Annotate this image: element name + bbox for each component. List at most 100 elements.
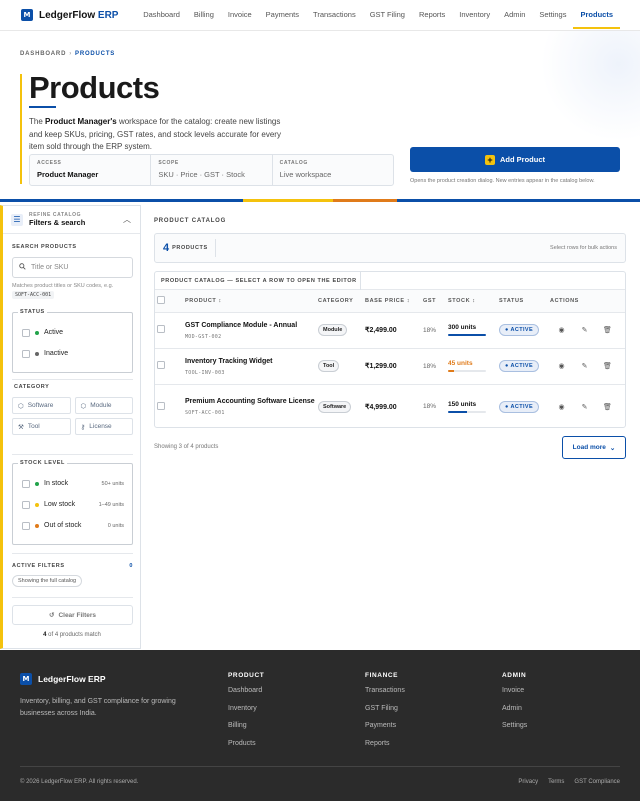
copyright: © 2026 LedgerFlow ERP. All rights reserv…	[20, 779, 139, 785]
actions-cell: ◉ ✎ 🗑	[550, 312, 625, 349]
stock-option-out[interactable]: Out of stock 0 units	[13, 515, 132, 536]
table-row[interactable]: Premium Accounting Software License SOFT…	[155, 384, 625, 427]
edit-icon[interactable]: ✎	[573, 326, 596, 334]
category-module[interactable]: ⬡ Module	[74, 397, 133, 414]
edit-icon[interactable]: ✎	[573, 403, 596, 411]
plus-icon: +	[485, 154, 495, 165]
col-stock[interactable]: STOCK ↕	[448, 290, 499, 313]
nav-link-billing[interactable]: Billing	[187, 0, 221, 31]
status-text: ACTIVE	[510, 327, 534, 333]
nav-link-gst-filing[interactable]: GST Filing	[363, 0, 412, 31]
checkbox[interactable]	[22, 479, 30, 488]
col-base-price[interactable]: BASE PRICE ↕	[365, 290, 423, 313]
col-product[interactable]: PRODUCT ↕	[185, 290, 318, 313]
footer-link[interactable]: Reports	[365, 740, 405, 758]
price-cell: ₹1,299.00	[365, 348, 423, 385]
sidebar-header[interactable]: ☰ REFINE CATALOG Filters & search ︿	[3, 206, 140, 234]
select-all-checkbox[interactable]	[157, 295, 165, 304]
table-row[interactable]: GST Compliance Module - Annual MOD-GST-0…	[155, 312, 625, 349]
stock-option-in[interactable]: In stock 50+ units	[13, 473, 132, 494]
cube-icon: ⬡	[18, 402, 24, 410]
footer-link[interactable]: Inventory	[228, 705, 264, 723]
footer-link[interactable]: Settings	[502, 722, 527, 740]
category-software[interactable]: ⬡ Software	[12, 397, 71, 414]
showing-count: Showing 3 of 4 products	[154, 444, 219, 450]
nav-link-invoice[interactable]: Invoice	[221, 0, 259, 31]
legal-link[interactable]: Terms	[548, 779, 564, 785]
load-more-button[interactable]: Load more ⌄	[562, 436, 626, 459]
view-icon[interactable]: ◉	[550, 403, 573, 411]
nav-link-inventory[interactable]: Inventory	[452, 0, 497, 31]
nav-link-settings[interactable]: Settings	[532, 0, 573, 31]
legal-link[interactable]: Privacy	[518, 779, 538, 785]
footer-link[interactable]: Invoice	[502, 687, 527, 705]
row-checkbox[interactable]	[157, 325, 165, 333]
product-count-label: PRODUCTS	[172, 245, 208, 251]
meta-key: ACCESS	[37, 160, 62, 166]
nav-link-transactions[interactable]: Transactions	[306, 0, 363, 31]
status-badge: ● ACTIVE	[499, 360, 540, 372]
footer-logo[interactable]: M LedgerFlow ERP	[20, 673, 106, 685]
product-name: Premium Accounting Software License	[185, 398, 315, 405]
clear-filters-button[interactable]: ↺ Clear Filters	[12, 605, 133, 625]
trash-icon[interactable]: 🗑	[596, 326, 619, 334]
edit-icon[interactable]: ✎	[573, 362, 596, 370]
stock-option-low[interactable]: Low stock 1–49 units	[13, 494, 132, 515]
footer: M LedgerFlow ERP Inventory, billing, and…	[0, 650, 640, 801]
table-row[interactable]: Inventory Tracking Widget TOOL-INV-003 T…	[155, 348, 625, 385]
footer-link[interactable]: Products	[228, 740, 264, 758]
filters-sidebar: ☰ REFINE CATALOG Filters & search ︿ SEAR…	[0, 205, 141, 649]
chevron-up-icon[interactable]: ︿	[123, 214, 131, 225]
nav-link-payments[interactable]: Payments	[259, 0, 306, 31]
trash-icon[interactable]: 🗑	[596, 362, 619, 370]
view-icon[interactable]: ◉	[550, 326, 573, 334]
footer-col-product: PRODUCT Dashboard Inventory Billing Products	[228, 672, 264, 757]
product-sku: TOOL-INV-003	[185, 369, 225, 376]
category-license[interactable]: ⚷ License	[74, 418, 133, 435]
add-product-button[interactable]: + Add Product	[410, 147, 620, 172]
checkbox[interactable]	[22, 328, 30, 337]
row-checkbox[interactable]	[157, 361, 165, 369]
view-icon[interactable]: ◉	[550, 362, 573, 370]
footer-link[interactable]: Dashboard	[228, 687, 264, 705]
catalog-count-bar: 4 PRODUCTS Select rows for bulk actions	[154, 233, 626, 263]
trash-icon[interactable]: 🗑	[596, 403, 619, 411]
row-select-cell	[155, 384, 185, 427]
search-input[interactable]: Title or SKU	[12, 257, 133, 278]
nav-link-dashboard[interactable]: Dashboard	[136, 0, 187, 31]
footer-link[interactable]: Billing	[228, 722, 264, 740]
category-tool[interactable]: ⚒ Tool	[12, 418, 71, 435]
col-gst: GST	[423, 290, 448, 313]
status-text: ACTIVE	[510, 363, 534, 369]
active-filters-label: ACTIVE FILTERS	[12, 563, 65, 569]
checkbox[interactable]	[22, 521, 30, 530]
status-option-active[interactable]: Active	[13, 322, 132, 343]
base-price: ₹2,499.00	[365, 327, 397, 334]
option-count: 0 units	[107, 522, 124, 529]
status-option-inactive[interactable]: Inactive	[13, 343, 132, 364]
stock-bar	[448, 370, 486, 372]
brand-logo[interactable]: M LedgerFlow ERP	[21, 9, 118, 21]
footer-link[interactable]: Payments	[365, 722, 405, 740]
footer-link[interactable]: GST Filing	[365, 705, 405, 723]
gst-cell: 18%	[423, 312, 448, 349]
category-pill: Tool	[318, 360, 340, 372]
footer-link[interactable]: Transactions	[365, 687, 405, 705]
legal-link[interactable]: GST Compliance	[574, 779, 620, 785]
clear-filters-label: Clear Filters	[58, 611, 97, 619]
hero-accent-bar	[20, 74, 22, 184]
breadcrumb-root[interactable]: DASHBOARD	[20, 51, 66, 57]
footer-link[interactable]: Admin	[502, 705, 527, 723]
checkbox[interactable]	[22, 500, 30, 509]
row-checkbox[interactable]	[157, 401, 165, 410]
nav-link-reports[interactable]: Reports	[412, 0, 452, 31]
nav-link-products[interactable]: Products	[573, 0, 620, 31]
checkbox[interactable]	[22, 349, 30, 358]
nav-link-admin[interactable]: Admin	[497, 0, 532, 31]
stock-bar-fill	[448, 410, 467, 413]
breadcrumb-current: PRODUCTS	[75, 51, 116, 57]
product-cell: Premium Accounting Software License SOFT…	[185, 384, 318, 427]
stock-bar-fill	[448, 334, 486, 336]
add-product-label: Add Product	[500, 155, 545, 164]
title-underline	[29, 106, 56, 108]
